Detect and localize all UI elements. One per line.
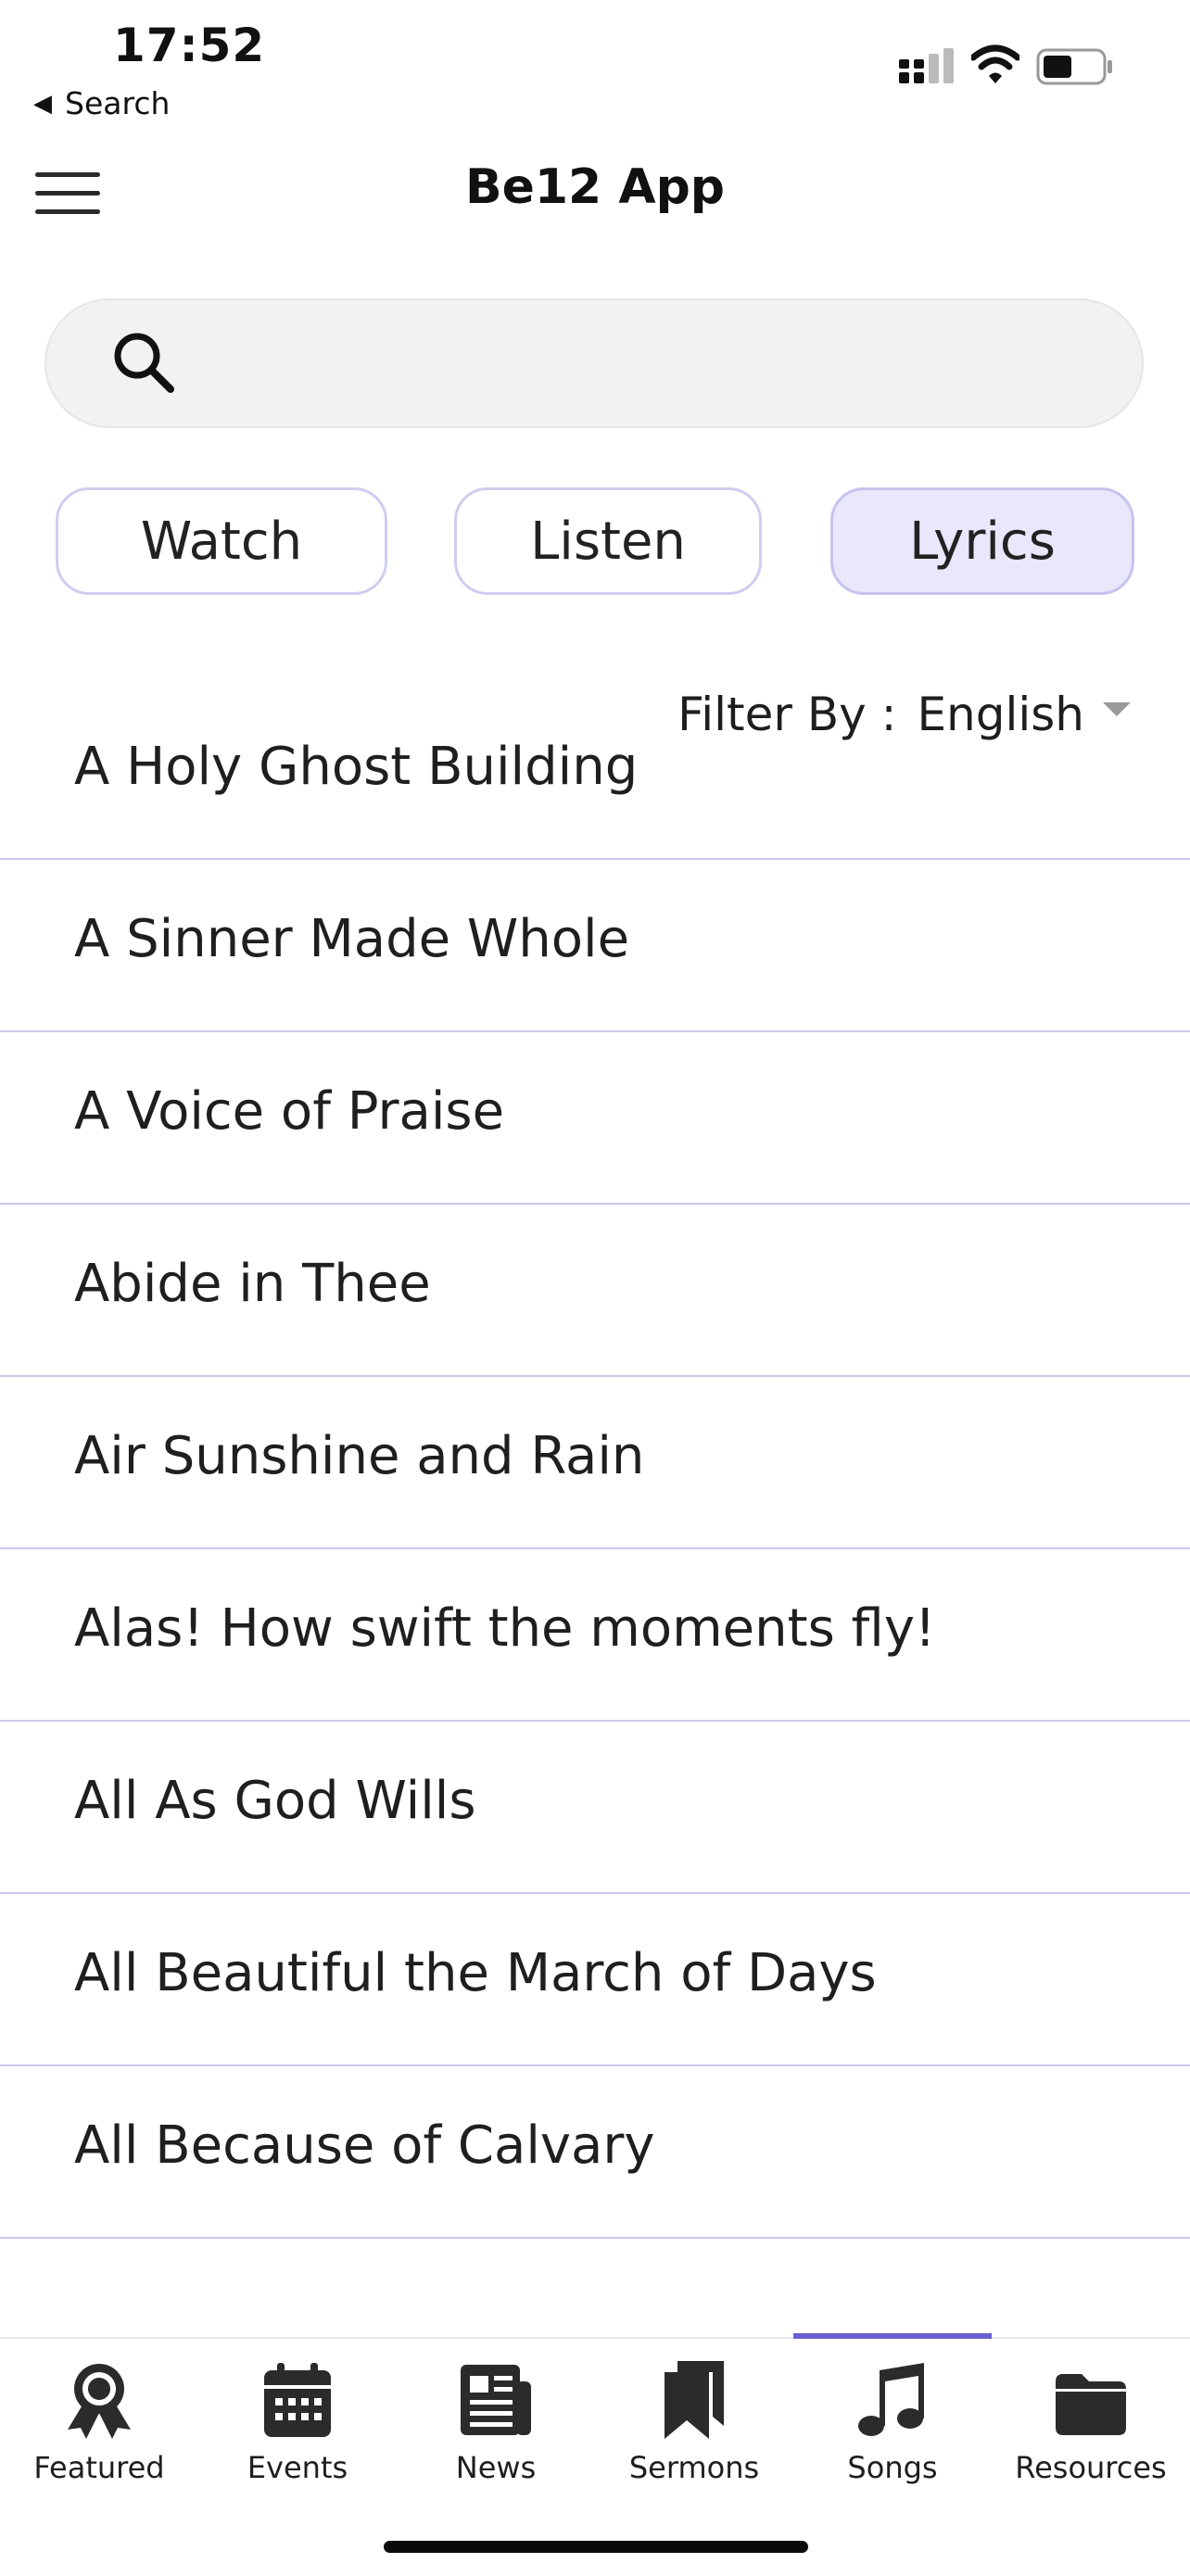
tab-watch[interactable]: Watch <box>56 487 387 595</box>
cellular-signal-icon <box>899 48 954 83</box>
status-time: 17:52 <box>113 19 266 72</box>
calendar-icon <box>264 2363 331 2437</box>
song-title: All Beautiful the March of Days <box>74 1943 877 2003</box>
page-title: Be12 App <box>464 159 726 215</box>
search-input[interactable] <box>204 299 1095 427</box>
list-item[interactable]: A Sinner Made Whole <box>0 858 1190 1032</box>
song-title: All As God Wills <box>74 1771 476 1831</box>
back-triangle-icon: ◀ <box>33 89 52 118</box>
song-title: A Voice of Praise <box>74 1081 505 1142</box>
back-label: Search <box>65 85 171 121</box>
nav-label-sermons: Sermons <box>628 2450 760 2485</box>
nav-item-sermons[interactable]: Sermons <box>595 2339 793 2515</box>
folder-icon <box>1056 2374 1126 2435</box>
song-title: Air Sunshine and Rain <box>74 1426 645 1486</box>
bookmarks-icon <box>665 2361 724 2439</box>
nav-label-songs: Songs <box>847 2450 938 2485</box>
list-item[interactable]: Air Sunshine and Rain <box>0 1375 1190 1549</box>
newspaper-icon <box>461 2365 531 2435</box>
list-item[interactable]: A Holy Ghost Building <box>0 686 1190 860</box>
tab-lyrics[interactable]: Lyrics <box>830 487 1134 595</box>
nav-item-resources[interactable]: Resources <box>992 2339 1190 2515</box>
nav-label-events: Events <box>247 2450 348 2485</box>
nav-label-featured: Featured <box>33 2450 165 2485</box>
song-title: Alas! How swift the moments fly! <box>74 1598 936 1659</box>
nav-item-news[interactable]: News <box>397 2339 595 2515</box>
tab-listen[interactable]: Listen <box>454 487 762 595</box>
nav-label-news: News <box>455 2450 537 2485</box>
back-to-search-link[interactable]: ◀ Search <box>33 85 170 121</box>
nav-label-resources: Resources <box>1015 2450 1167 2485</box>
nav-item-events[interactable]: Events <box>198 2339 397 2515</box>
active-tab-indicator <box>793 2333 992 2339</box>
nav-item-songs[interactable]: Songs <box>793 2333 992 2515</box>
search-icon <box>114 333 174 393</box>
song-title: Abide in Thee <box>74 1254 431 1314</box>
list-item[interactable]: All Because of Calvary <box>0 2065 1190 2239</box>
home-indicator <box>384 2541 808 2553</box>
song-title: A Holy Ghost Building <box>74 737 639 797</box>
award-ribbon-icon <box>68 2364 131 2439</box>
list-item[interactable]: Alas! How swift the moments fly! <box>0 1547 1190 1722</box>
song-title: A Sinner Made Whole <box>74 909 630 969</box>
list-item[interactable]: All As God Wills <box>0 1720 1190 1894</box>
list-item[interactable]: A Voice of Praise <box>0 1030 1190 1205</box>
wifi-icon <box>971 44 1019 83</box>
nav-item-featured[interactable]: Featured <box>0 2339 198 2515</box>
list-item[interactable]: Abide in Thee <box>0 1203 1190 1377</box>
search-bar[interactable] <box>44 298 1144 428</box>
song-title: All Because of Calvary <box>74 2115 655 2176</box>
list-item[interactable]: All Beautiful the March of Days <box>0 1892 1190 2066</box>
music-note-icon <box>858 2363 924 2436</box>
battery-icon <box>1036 48 1112 85</box>
